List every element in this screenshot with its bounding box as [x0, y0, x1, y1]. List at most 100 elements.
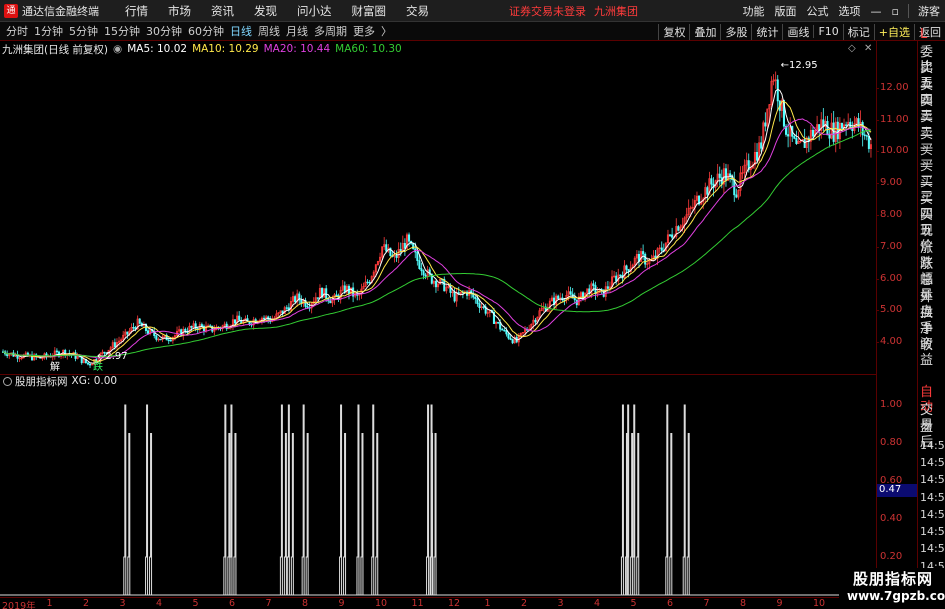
gear-icon[interactable]: ◇ [848, 43, 856, 54]
date-tick: 6 [229, 598, 236, 609]
menu-quotes[interactable]: 行情 [125, 3, 148, 19]
candle-body [840, 122, 843, 129]
low-annotation: ←2.97 [97, 351, 128, 362]
period-fenshi[interactable]: 分时 [6, 23, 28, 39]
close-icon[interactable]: ✕ [864, 43, 872, 54]
period-multi[interactable]: 多周期 [314, 23, 347, 39]
period-more[interactable]: 更多 [353, 23, 375, 39]
tool-overlay[interactable]: 叠加 [689, 23, 720, 40]
tool-back[interactable]: 返回 [914, 23, 945, 40]
price-tick-mark [876, 342, 879, 344]
side-item[interactable]: 收益 [920, 338, 945, 368]
candle-body [285, 307, 288, 309]
signal-bar [426, 404, 430, 595]
period-30min[interactable]: 30分钟 [146, 23, 182, 39]
candle-body [845, 124, 848, 126]
period-15min[interactable]: 15分钟 [104, 23, 140, 39]
tool-multistock[interactable]: 多股 [720, 23, 751, 40]
indicator-settings-icon[interactable] [3, 376, 12, 386]
candle-body [642, 251, 645, 255]
menu-market[interactable]: 市场 [168, 3, 191, 19]
tool-mark[interactable]: 标记 [842, 23, 874, 40]
menu-discover[interactable]: 发现 [254, 3, 277, 19]
menu-layout[interactable]: 版面 [775, 3, 797, 19]
candle-body [86, 362, 89, 365]
ma20-label: MA20: 10.44 [263, 43, 331, 55]
kline-chart[interactable]: ←12.95 ←2.97 解 跌 [0, 56, 876, 374]
guest-label[interactable]: 游客 [918, 3, 940, 19]
candle-body [811, 129, 814, 137]
indicator-chart[interactable] [0, 387, 876, 597]
period-60min[interactable]: 60分钟 [188, 23, 224, 39]
indicator-tick: 0.40 [880, 513, 903, 524]
menu-trade[interactable]: 交易 [406, 3, 429, 19]
candle-body [329, 300, 332, 304]
signal-bar [123, 404, 127, 595]
candle-body [420, 268, 423, 272]
maximize-icon[interactable]: ▫ [892, 5, 899, 18]
candle-body [190, 325, 193, 328]
signal-bar [669, 433, 673, 595]
candle-body [660, 247, 663, 251]
tool-f10[interactable]: F10 [813, 25, 842, 38]
period-weekly[interactable]: 周线 [258, 23, 280, 39]
candle-body [776, 79, 779, 102]
candle-body [573, 297, 576, 301]
candle-body [126, 331, 129, 335]
candle-body [325, 288, 328, 299]
candle-body [795, 138, 798, 144]
tool-fuquan[interactable]: 复权 [658, 23, 689, 40]
price-tick: 8.00 [880, 209, 903, 220]
side-time-item[interactable]: 14:56 [920, 438, 945, 453]
ma-line-ma60 [2, 129, 872, 358]
candle-body [787, 134, 790, 137]
settings-circle-icon[interactable]: ◉ [113, 43, 122, 55]
candle-body [849, 121, 852, 128]
indicator-value: XG: 0.00 [71, 375, 118, 387]
candle-body [760, 142, 763, 149]
side-time-item[interactable]: 14:56 [920, 472, 945, 487]
menu-options[interactable]: 选项 [839, 3, 861, 19]
tool-add-favorite[interactable]: +自选 [873, 23, 914, 40]
signal-bar [682, 404, 686, 595]
date-tick: 7 [265, 598, 272, 609]
side-header[interactable]: L [920, 27, 927, 42]
menu-formula[interactable]: 公式 [807, 3, 829, 19]
menu-ask[interactable]: 问小达 [297, 3, 332, 19]
chevron-right-icon[interactable]: 〉 [381, 23, 392, 39]
price-tick: 9.00 [880, 177, 903, 189]
candle-body [557, 295, 560, 299]
minimize-icon[interactable]: — [871, 5, 882, 18]
login-warning[interactable]: 证券交易未登录 [509, 3, 586, 19]
signal-bar [620, 404, 624, 595]
ma-line-ma5 [2, 88, 872, 364]
menu-news[interactable]: 资讯 [211, 3, 234, 19]
menu-wealth[interactable]: 财富圈 [352, 3, 387, 19]
candle-body [422, 270, 425, 276]
tool-stats[interactable]: 统计 [751, 23, 782, 40]
date-axis: 2019年1234567891011121234567891011 [0, 597, 917, 609]
candle-body [316, 297, 319, 299]
stock-title[interactable]: 九洲集团(日线 前复权) [2, 42, 108, 57]
period-daily[interactable]: 日线 [230, 23, 252, 39]
candle-body [453, 291, 456, 302]
period-1min[interactable]: 1分钟 [34, 23, 63, 39]
candle-body [619, 274, 622, 277]
period-5min[interactable]: 5分钟 [69, 23, 98, 39]
signal-bar [433, 433, 437, 595]
signal-bar [343, 433, 347, 595]
period-monthly[interactable]: 月线 [286, 23, 308, 39]
menu-function[interactable]: 功能 [743, 3, 765, 19]
price-tick: 5.00 [880, 304, 903, 316]
signal-bar [149, 433, 153, 595]
side-time-item[interactable]: 14:56 [920, 455, 945, 470]
indicator-tick: 1.00 [880, 399, 903, 410]
tool-drawline[interactable]: 画线 [782, 23, 813, 40]
side-time-item[interactable]: 14:56 [920, 507, 945, 522]
side-time-item[interactable]: 14:56 [920, 524, 945, 539]
date-tick: 10 [375, 598, 388, 609]
date-tick: 7 [703, 598, 710, 609]
price-tick-mark [876, 278, 879, 280]
side-time-item[interactable]: 14:56 [920, 490, 945, 505]
side-time-item[interactable]: 14:56 [920, 541, 945, 556]
